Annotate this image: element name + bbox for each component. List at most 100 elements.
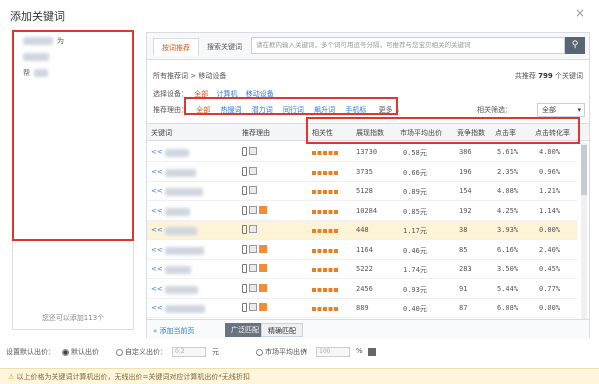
computer-icon — [249, 186, 257, 194]
relevance-select[interactable]: 全部 ▾ — [537, 103, 585, 117]
ctr-cell: 5.44% — [497, 284, 519, 293]
info-bar: ⚠ 以上价格为关键词计算机出价，无线出价=关键词对应计算机出价*无线折扣 — [0, 368, 599, 384]
column-cvr[interactable]: 点击转化率 — [535, 128, 570, 138]
search-icon[interactable]: ⚲ — [565, 37, 585, 54]
breadcrumb-separator: > — [190, 72, 197, 80]
table-row[interactable]: << 13730 0.58元 386 5.61% 4.00% — [147, 143, 577, 162]
reason-option-peer[interactable]: 同行词 — [283, 106, 304, 114]
computer-icon — [249, 225, 257, 233]
exact-match-button[interactable]: 精确匹配 — [261, 323, 303, 337]
tab-bar: 按词推荐 搜索关键词 请在框内输入关键词，多个词可用逗号分隔，可推荐与您宝贝相关… — [147, 33, 589, 60]
column-keyword: 关键词 — [151, 129, 172, 137]
keyword-cell[interactable]: << — [151, 246, 163, 254]
keyword-cell[interactable]: << — [151, 285, 163, 293]
competition-cell: 283 — [459, 265, 472, 273]
column-impressions[interactable]: 展现指数 — [356, 128, 384, 138]
cvr-cell: 0.00% — [539, 304, 561, 312]
table-row[interactable]: << 3735 0.66元 196 2.35% 0.96% — [147, 163, 577, 182]
reason-option-potential[interactable]: 潜力词 — [252, 106, 273, 114]
blurred-text — [165, 227, 197, 235]
cvr-cell: 0.77% — [539, 284, 561, 293]
phone-icon — [242, 244, 247, 254]
keyword-cell[interactable]: << — [151, 265, 163, 273]
device-option-computer[interactable]: 计算机 — [216, 90, 237, 98]
device-icons — [242, 205, 267, 215]
relevance-stars — [312, 287, 338, 292]
relevance-stars — [312, 209, 338, 214]
tab-recommend-by-word[interactable]: 按词推荐 — [153, 38, 199, 56]
column-ctr[interactable]: 点击率 — [495, 128, 516, 138]
keyword-cell[interactable]: << — [151, 304, 163, 312]
market-bid-option[interactable]: 市场平均出价 — [256, 347, 307, 357]
breadcrumb-root[interactable]: 所有推荐词 — [153, 72, 188, 80]
more-reasons-link[interactable]: 更多 — [379, 106, 393, 114]
impressions-cell: 1164 — [356, 245, 373, 254]
blurred-text — [23, 53, 49, 61]
blurred-text — [34, 69, 48, 77]
reason-option-all[interactable]: 全部 — [196, 106, 210, 114]
table-row[interactable]: << 5128 0.89元 154 4.08% 1.21% — [147, 182, 577, 201]
computer-icon — [249, 147, 257, 155]
table-row[interactable]: << 889 0.40元 87 6.08% 0.00% — [147, 299, 577, 318]
keyword-cell[interactable]: << — [151, 207, 163, 215]
breadcrumb: 所有推荐词 > 移动设备 — [153, 71, 226, 81]
tag-icon — [259, 283, 267, 292]
reason-option-mobile[interactable]: 手机标 — [345, 106, 366, 114]
competition-cell: 38 — [459, 226, 468, 234]
competition-cell: 154 — [459, 187, 472, 195]
tab-search-keyword[interactable]: 搜索关键词 — [199, 38, 250, 56]
default-bid-option[interactable]: 默认出价 — [62, 347, 99, 357]
list-item[interactable]: 帮 — [23, 67, 133, 79]
list-item[interactable]: 为 — [23, 35, 133, 47]
broad-match-button[interactable]: 广泛匹配 — [225, 323, 265, 337]
column-relevance[interactable]: 相关性 — [312, 128, 333, 138]
phone-icon — [242, 166, 247, 176]
breadcrumb-current: 移动设备 — [198, 72, 227, 80]
search-input[interactable]: 请在框内输入关键词，多个词可用逗号分隔，可推荐与您宝贝相关的关键词 — [251, 37, 565, 54]
keyword-cell[interactable]: << — [151, 148, 163, 156]
relevance-stars — [312, 190, 338, 194]
custom-bid-input[interactable]: 0.2 — [172, 347, 206, 357]
market-bid-cell: 1.17元 — [403, 227, 427, 235]
reason-option-rising[interactable]: 飙升词 — [314, 106, 335, 114]
relevance-select-value: 全部 — [542, 106, 556, 114]
device-option-mobile[interactable]: 移动设备 — [246, 90, 274, 98]
close-icon[interactable]: × — [575, 6, 585, 20]
keyword-cell[interactable]: << — [151, 226, 163, 234]
list-item[interactable] — [23, 51, 133, 63]
keyword-cell[interactable]: << — [151, 168, 163, 176]
recommend-filter: 推荐理由： 全部 热搜词 潜力词 同行词 飙升词 手机标 更多 ⌄ — [153, 105, 401, 115]
help-icon[interactable] — [368, 348, 376, 356]
column-market-bid[interactable]: 市场平均出价 — [400, 128, 442, 138]
device-icons — [242, 303, 267, 312]
add-current-page-link[interactable]: « 添加当前页 — [153, 326, 195, 336]
phone-icon — [242, 303, 247, 312]
column-competition[interactable]: 竞争指数 — [457, 128, 485, 138]
table-row[interactable]: << 448 1.17元 38 3.93% 0.00% — [147, 221, 577, 240]
ctr-cell: 3.93% — [497, 226, 519, 234]
table-row[interactable]: << 2456 0.93元 91 5.44% 0.77% — [147, 280, 577, 299]
table-row[interactable]: << 5222 1.74元 283 3.50% 0.45% — [147, 260, 577, 279]
market-percent-input[interactable]: 100 — [316, 347, 350, 357]
market-bid-cell: 0.46元 — [403, 246, 427, 255]
blurred-text — [165, 207, 190, 216]
device-option-all[interactable]: 全部 — [194, 90, 208, 98]
tag-icon — [259, 264, 267, 272]
reason-option-hot[interactable]: 热搜词 — [220, 106, 241, 114]
keyword-cell[interactable]: << — [151, 187, 163, 195]
phone-icon — [242, 264, 247, 273]
competition-cell: 192 — [459, 206, 472, 215]
bid-settings: 设置默认出价： 默认出价 自定义出价： 0.2 元 市场平均出价 × 100 % — [6, 347, 406, 359]
custom-bid-unit: 元 — [212, 348, 219, 356]
cvr-cell: 0.96% — [539, 167, 561, 176]
table-row[interactable]: << 10284 0.85元 192 4.25% 1.14% — [147, 202, 577, 221]
chevron-down-icon[interactable]: ⌄ — [395, 106, 401, 114]
blurred-text — [165, 285, 198, 294]
custom-bid-option[interactable]: 自定义出价： — [116, 347, 167, 357]
scrollbar-thumb[interactable] — [581, 145, 587, 195]
blurred-text — [23, 37, 53, 45]
blurred-text — [165, 168, 196, 177]
impressions-cell: 889 — [356, 304, 369, 312]
custom-bid-label: 自定义出价： — [125, 348, 167, 356]
table-row[interactable]: << 1164 0.46元 85 6.16% 2.40% — [147, 241, 577, 260]
